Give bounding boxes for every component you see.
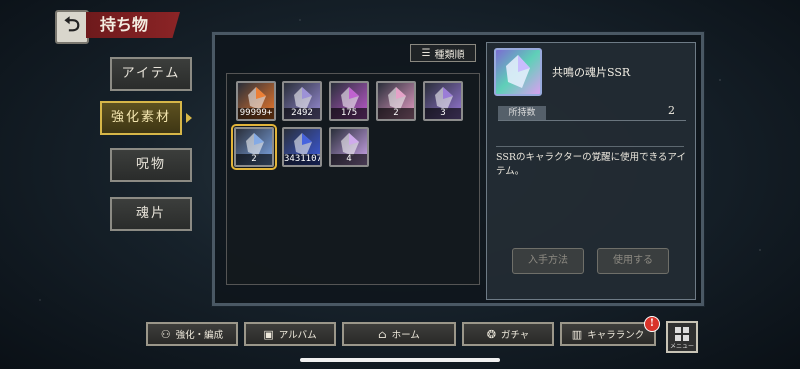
home-indicator[interactable] xyxy=(300,358,500,362)
nav-label: ホーム xyxy=(391,330,420,341)
item-slot[interactable]: 2492 xyxy=(282,81,322,121)
sort-button[interactable]: ☰ 種類順 xyxy=(410,44,476,62)
active-tab-arrow-icon xyxy=(186,113,192,123)
page-title: 持ち物 xyxy=(86,12,180,38)
nav-label: ガチャ xyxy=(500,330,530,341)
gacha-icon: ❂ xyxy=(486,327,496,341)
category-tab-materials[interactable]: 強化素材 xyxy=(100,101,182,135)
quantity-label: 所持数 xyxy=(498,106,546,120)
item-slot[interactable]: 4 xyxy=(329,127,369,167)
item-slot[interactable]: 175 xyxy=(329,81,369,121)
nav-character-rank[interactable]: ▥ キャラランク xyxy=(560,322,656,346)
album-icon: ▣ xyxy=(263,327,274,341)
back-button[interactable]: ⮌ xyxy=(55,10,89,44)
category-tab-soul-shards[interactable]: 魂片 xyxy=(110,197,192,231)
item-slot[interactable]: 2 xyxy=(376,81,416,121)
divider xyxy=(496,146,684,147)
item-count: 3431107 xyxy=(284,154,322,165)
quantity-value: 2 xyxy=(668,104,675,117)
category-tab-items[interactable]: アイテム xyxy=(110,57,192,91)
item-slot[interactable]: 3431107 xyxy=(282,127,322,167)
nav-label: 強化・編成 xyxy=(175,330,224,341)
sort-icon: ☰ xyxy=(421,47,431,59)
item-count: 2492 xyxy=(284,108,320,119)
item-count: 99999+ xyxy=(238,108,274,119)
obtain-method-button[interactable]: 入手方法 xyxy=(512,248,584,274)
use-item-button[interactable]: 使用する xyxy=(597,248,669,274)
nav-enhance-team[interactable]: ⚇ 強化・編成 xyxy=(146,322,238,346)
team-icon: ⚇ xyxy=(160,327,171,341)
home-icon: ⌂ xyxy=(378,327,387,341)
detail-item-icon xyxy=(494,48,542,96)
nav-home[interactable]: ⌂ ホーム xyxy=(342,322,456,346)
sort-label: 種類順 xyxy=(434,49,465,61)
item-count: 2 xyxy=(378,108,414,119)
back-arrow-icon: ⮌ xyxy=(63,12,81,36)
nav-gacha[interactable]: ❂ ガチャ xyxy=(462,322,554,346)
notification-badge: ! xyxy=(644,316,660,332)
item-count: 2 xyxy=(236,154,272,165)
item-slot[interactable]: 99999+ xyxy=(236,81,276,121)
menu-label: メニュー xyxy=(669,343,694,350)
menu-button[interactable]: メニュー xyxy=(666,321,698,353)
detail-item-name: 共鳴の魂片SSR xyxy=(552,66,631,79)
menu-grid-icon xyxy=(675,327,689,341)
rank-icon: ▥ xyxy=(571,327,583,341)
divider xyxy=(498,120,686,121)
nav-album[interactable]: ▣ アルバム xyxy=(244,322,336,346)
item-count: 175 xyxy=(331,108,367,119)
item-slot[interactable]: 3 xyxy=(423,81,463,121)
item-count: 4 xyxy=(331,154,367,165)
item-description: SSRのキャラクターの覚醒に使用できるアイテム。 xyxy=(496,152,686,177)
nav-label: アルバム xyxy=(278,330,317,341)
nav-label: キャラランク xyxy=(587,330,645,341)
item-slot[interactable]: 2 xyxy=(231,124,277,170)
item-count: 3 xyxy=(425,108,461,119)
category-tab-curses[interactable]: 呪物 xyxy=(110,148,192,182)
